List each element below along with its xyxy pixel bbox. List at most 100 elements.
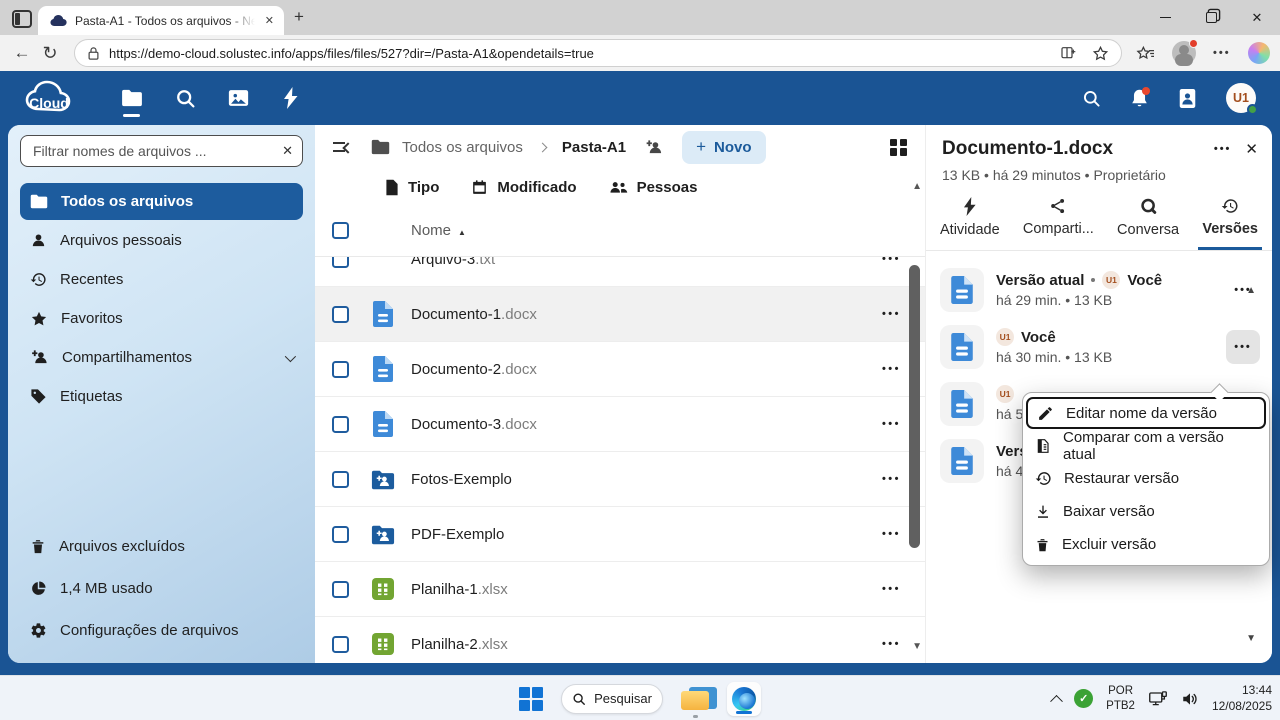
breadcrumb-root[interactable]: Todos os arquivos xyxy=(402,139,523,156)
tab-versions[interactable]: Versões xyxy=(1198,195,1262,250)
reload-button[interactable] xyxy=(36,39,64,67)
split-screen-icon[interactable] xyxy=(1060,45,1076,61)
row-actions-icon[interactable] xyxy=(882,418,901,430)
select-all-checkbox[interactable] xyxy=(332,222,349,239)
file-name[interactable]: Planilha-2.xlsx xyxy=(411,636,508,653)
browser-tab[interactable]: Pasta-A1 - Todos os arquivos - Ne xyxy=(38,6,284,35)
tab-chat[interactable]: Conversa xyxy=(1113,195,1183,250)
sidebar-item-all-files[interactable]: Todos os arquivos xyxy=(20,183,303,220)
file-row[interactable]: PDF-Exemplo xyxy=(315,507,925,562)
row-checkbox[interactable] xyxy=(332,416,349,433)
row-checkbox[interactable] xyxy=(332,526,349,543)
row-actions-icon[interactable] xyxy=(882,638,901,650)
sidebar-item-quota[interactable]: 1,4 MB usado xyxy=(20,570,303,607)
sidebar-item-recent[interactable]: Recentes xyxy=(20,261,303,298)
files-app-icon[interactable] xyxy=(120,78,144,118)
details-actions-icon[interactable] xyxy=(1214,143,1232,155)
menu-delete-version[interactable]: Excluir versão xyxy=(1023,528,1269,561)
grid-view-icon[interactable] xyxy=(890,139,907,156)
cloud-logo[interactable]: Cloud xyxy=(22,77,80,119)
file-name[interactable]: PDF-Exemplo xyxy=(411,526,504,543)
photos-app-icon[interactable] xyxy=(226,78,250,118)
tab-activity[interactable]: Atividade xyxy=(936,195,1004,250)
row-actions-icon[interactable] xyxy=(882,583,901,595)
filter-modified[interactable]: Modificado xyxy=(471,179,576,196)
chevron-down-icon[interactable] xyxy=(285,350,296,361)
file-row[interactable]: Documento-3.docx xyxy=(315,397,925,452)
sidebar-item-deleted-files[interactable]: Arquivos excluídos xyxy=(20,528,303,565)
address-bar[interactable]: https://demo-cloud.solustec.info/apps/fi… xyxy=(74,39,1122,67)
favorite-star-icon[interactable] xyxy=(1092,45,1109,62)
file-name[interactable]: Arquivo-3.txt xyxy=(411,257,495,268)
file-name[interactable]: Fotos-Exemplo xyxy=(411,471,512,488)
new-tab-button[interactable] xyxy=(294,7,304,27)
sidebar-item-personal-files[interactable]: Arquivos pessoais xyxy=(20,222,303,259)
notifications-bell-icon[interactable] xyxy=(1130,88,1149,109)
browser-menu-icon[interactable] xyxy=(1213,47,1231,59)
volume-icon[interactable] xyxy=(1181,690,1199,708)
user-avatar[interactable]: U1 xyxy=(1226,83,1256,113)
contacts-icon[interactable] xyxy=(1178,88,1197,109)
window-close-button[interactable] xyxy=(1234,0,1280,35)
row-checkbox[interactable] xyxy=(332,471,349,488)
file-name[interactable]: Documento-2.docx xyxy=(411,361,537,378)
window-restore-button[interactable] xyxy=(1188,0,1234,35)
menu-restore-version[interactable]: Restaurar versão xyxy=(1023,462,1269,495)
version-row[interactable]: Versão atual U1 Você há 29 min. • 13 KB xyxy=(940,261,1260,318)
edge-browser-icon[interactable] xyxy=(727,682,761,716)
collapse-sidebar-icon[interactable] xyxy=(331,136,353,158)
panel-scroll-down-icon[interactable] xyxy=(1246,633,1256,644)
file-row[interactable]: Documento-2.docx xyxy=(315,342,925,397)
sidebar-item-shares[interactable]: Compartilhamentos xyxy=(20,339,303,376)
row-checkbox[interactable] xyxy=(332,257,349,268)
row-checkbox[interactable] xyxy=(332,361,349,378)
version-actions-icon-open[interactable] xyxy=(1226,330,1260,364)
security-check-icon[interactable] xyxy=(1074,689,1093,708)
file-row[interactable]: Documento-1.docx xyxy=(315,287,925,342)
name-column-header[interactable]: Nome xyxy=(411,222,466,239)
language-indicator[interactable]: POR PTB2 xyxy=(1106,684,1135,713)
file-name[interactable]: Planilha-1.xlsx xyxy=(411,581,508,598)
file-row[interactable]: Planilha-2.xlsx xyxy=(315,617,925,663)
search-app-icon[interactable] xyxy=(173,78,197,118)
row-actions-icon[interactable] xyxy=(882,308,901,320)
breadcrumb-current[interactable]: Pasta-A1 xyxy=(562,139,626,156)
filter-clear-icon[interactable] xyxy=(282,143,293,159)
row-checkbox[interactable] xyxy=(332,636,349,653)
filter-type[interactable]: Tipo xyxy=(385,179,439,196)
filter-input[interactable] xyxy=(20,135,303,167)
scroll-down-icon[interactable] xyxy=(912,641,922,652)
filter-people[interactable]: Pessoas xyxy=(609,179,698,196)
list-scrollbar[interactable] xyxy=(909,265,920,548)
file-row[interactable]: Planilha-1.xlsx xyxy=(315,562,925,617)
file-name[interactable]: Documento-1.docx xyxy=(411,306,537,323)
scroll-up-icon[interactable] xyxy=(912,181,922,192)
tab-sharing[interactable]: Comparti... xyxy=(1019,195,1098,250)
row-actions-icon[interactable] xyxy=(882,363,901,375)
window-minimize-button[interactable] xyxy=(1142,0,1188,35)
menu-download-version[interactable]: Baixar versão xyxy=(1023,495,1269,528)
browser-profile-avatar[interactable] xyxy=(1172,41,1196,65)
favorites-bar-icon[interactable] xyxy=(1136,45,1155,62)
menu-compare-version[interactable]: Comparar com a versão atual xyxy=(1023,429,1269,462)
panel-scroll-up-icon[interactable] xyxy=(1246,285,1256,296)
file-name[interactable]: Documento-3.docx xyxy=(411,416,537,433)
hidden-icons-chevron-icon[interactable] xyxy=(1050,695,1063,708)
share-folder-icon[interactable] xyxy=(644,139,664,156)
sidebar-item-favorites[interactable]: Favoritos xyxy=(20,300,303,337)
file-row[interactable]: Fotos-Exemplo xyxy=(315,452,925,507)
file-explorer-icon[interactable] xyxy=(681,687,709,711)
version-row[interactable]: U1 Você há 30 min. • 13 KB xyxy=(940,318,1260,375)
copilot-icon[interactable] xyxy=(1248,42,1270,64)
activity-app-icon[interactable] xyxy=(279,78,303,118)
network-icon[interactable] xyxy=(1148,690,1168,708)
row-actions-icon[interactable] xyxy=(882,473,901,485)
menu-edit-version-name[interactable]: Editar nome da versão xyxy=(1026,397,1266,429)
breadcrumb-folder-icon[interactable] xyxy=(371,139,390,155)
row-actions-icon[interactable] xyxy=(882,528,901,540)
row-actions-icon[interactable] xyxy=(882,257,901,265)
unified-search-icon[interactable] xyxy=(1082,89,1101,108)
tab-close-icon[interactable] xyxy=(263,12,276,29)
taskbar-clock[interactable]: 13:44 12/08/2025 xyxy=(1212,683,1272,714)
start-button-icon[interactable] xyxy=(519,687,543,711)
